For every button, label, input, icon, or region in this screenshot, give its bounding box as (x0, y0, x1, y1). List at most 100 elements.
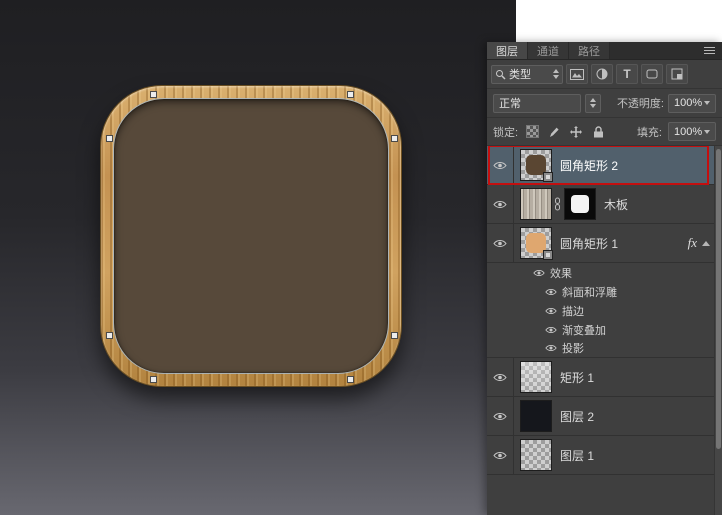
fx-icon: fx (687, 235, 697, 250)
eye-icon (493, 373, 507, 381)
layer-thumbnail[interactable] (520, 149, 553, 182)
hamburger-menu-icon (703, 46, 715, 55)
photoshop-window: 图层 通道 路径 类型 T 正常 不透明度: 100% 锁定: 填充: 100%… (0, 0, 722, 515)
layer-thumbnail[interactable] (520, 227, 553, 260)
path-anchor-handle[interactable] (150, 376, 157, 383)
path-anchor-handle[interactable] (391, 135, 398, 142)
opacity-label: 不透明度: (616, 98, 664, 110)
chevron-down-icon (704, 101, 710, 105)
effect-row-drop-shadow[interactable]: 投影 (487, 339, 722, 358)
layer-row-rounded-rect-2[interactable]: 圆角矩形 2 (487, 146, 722, 185)
eye-icon (493, 161, 507, 169)
shape-rectangle-icon (646, 69, 658, 79)
brush-icon (550, 127, 559, 137)
eye-icon[interactable] (545, 344, 557, 352)
path-anchor-handle[interactable] (347, 91, 354, 98)
layer-name[interactable]: 图层 1 (560, 447, 594, 464)
path-anchor-handle[interactable] (106, 332, 113, 339)
layers-panel: 图层 通道 路径 类型 T 正常 不透明度: 100% 锁定: 填充: 100%… (487, 42, 722, 515)
tab-layers[interactable]: 图层 (487, 42, 528, 59)
layer-row-rect-1[interactable]: 矩形 1 (487, 358, 722, 397)
lock-all-button[interactable] (590, 124, 606, 140)
blend-mode-stepper[interactable] (585, 93, 601, 113)
tab-channels[interactable]: 通道 (528, 42, 569, 59)
fill-dropdown[interactable]: 100% (668, 122, 716, 141)
filter-smart-object-button[interactable] (666, 64, 688, 84)
blend-opacity-row: 正常 不透明度: 100% (487, 89, 722, 118)
path-anchor-handle[interactable] (347, 376, 354, 383)
mask-shape (571, 195, 589, 213)
effect-label: 投影 (562, 343, 584, 355)
dropdown-stepper-icon (553, 69, 559, 79)
layer-name[interactable]: 木板 (604, 196, 628, 213)
effects-header-row[interactable]: 效果 (487, 263, 722, 282)
visibility-toggle[interactable] (487, 397, 514, 435)
filter-kind-dropdown[interactable]: 类型 (491, 64, 563, 84)
vector-mask-badge-icon (543, 250, 553, 260)
layer-row-rounded-rect-1[interactable]: 圆角矩形 1 fx (487, 224, 722, 263)
panel-scrollbar[interactable] (714, 146, 722, 515)
eye-icon[interactable] (545, 307, 557, 315)
lock-image-pixels-button[interactable] (546, 124, 562, 140)
effect-label: 描边 (562, 305, 584, 318)
layer-row-wood-board[interactable]: 木板 (487, 185, 722, 224)
eye-icon[interactable] (545, 288, 557, 296)
opacity-dropdown[interactable]: 100% (668, 93, 716, 113)
visibility-toggle[interactable] (487, 358, 514, 396)
layer-thumbnail[interactable] (520, 400, 552, 432)
filter-kind-label: 类型 (509, 69, 531, 81)
scrollbar-thumb[interactable] (716, 149, 721, 449)
effect-row-bevel-emboss[interactable]: 斜面和浮雕 (487, 282, 722, 301)
layer-thumbnail[interactable] (520, 439, 552, 471)
filter-type-layers-button[interactable]: T (616, 64, 638, 84)
effects-header-label: 效果 (550, 267, 572, 280)
filter-adjustment-layers-button[interactable] (591, 64, 613, 84)
lock-fill-row: 锁定: 填充: 100% (487, 118, 722, 146)
filter-pixel-layers-button[interactable] (566, 64, 588, 84)
effect-row-stroke[interactable]: 描边 (487, 301, 722, 320)
thumbnail-shape (521, 362, 551, 392)
layer-name[interactable]: 图层 2 (560, 408, 594, 425)
eye-icon[interactable] (545, 326, 557, 334)
padlock-icon (593, 125, 603, 137)
effect-label: 渐变叠加 (562, 324, 606, 337)
layer-name[interactable]: 矩形 1 (560, 369, 594, 386)
path-anchor-handle[interactable] (106, 135, 113, 142)
layer-thumbnail[interactable] (520, 188, 552, 220)
layer-name[interactable]: 圆角矩形 1 (560, 235, 618, 252)
filter-shape-layers-button[interactable] (641, 64, 663, 84)
lock-position-button[interactable] (568, 124, 584, 140)
eye-icon (493, 451, 507, 459)
effect-row-gradient-overlay[interactable]: 渐变叠加 (487, 320, 722, 339)
lock-label: 锁定: (493, 126, 519, 139)
visibility-toggle[interactable] (487, 146, 514, 184)
visibility-toggle[interactable] (487, 436, 514, 474)
type-letter-icon: T (623, 67, 631, 81)
panel-tab-bar: 图层 通道 路径 (487, 42, 722, 60)
rounded-rectangle-fill (114, 99, 388, 373)
chevron-down-icon (704, 129, 710, 134)
path-anchor-handle[interactable] (391, 332, 398, 339)
visibility-toggle[interactable] (487, 185, 514, 223)
layer-row-layer-1[interactable]: 图层 1 (487, 436, 722, 475)
tab-paths[interactable]: 路径 (569, 42, 610, 59)
layer-thumbnail[interactable] (520, 361, 552, 393)
search-icon (496, 69, 506, 80)
vector-mask-badge-icon (543, 172, 553, 182)
document-canvas[interactable] (0, 0, 516, 515)
layer-row-layer-2[interactable]: 图层 2 (487, 397, 722, 436)
lock-transparent-pixels-button[interactable] (524, 124, 540, 140)
path-anchor-handle[interactable] (150, 91, 157, 98)
visibility-toggle[interactable] (487, 224, 514, 262)
layer-name[interactable]: 圆角矩形 2 (560, 157, 618, 174)
layer-filter-row: 类型 T (487, 60, 722, 89)
blend-mode-dropdown[interactable]: 正常 (493, 93, 581, 113)
panel-menu-button[interactable] (696, 42, 722, 59)
eye-icon (493, 412, 507, 420)
step-up-icon (590, 98, 596, 102)
effect-label: 斜面和浮雕 (562, 286, 617, 299)
eye-icon[interactable] (533, 269, 545, 277)
link-icon (555, 197, 560, 211)
fill-value: 100% (674, 125, 703, 138)
layer-mask-thumbnail[interactable] (564, 188, 596, 220)
